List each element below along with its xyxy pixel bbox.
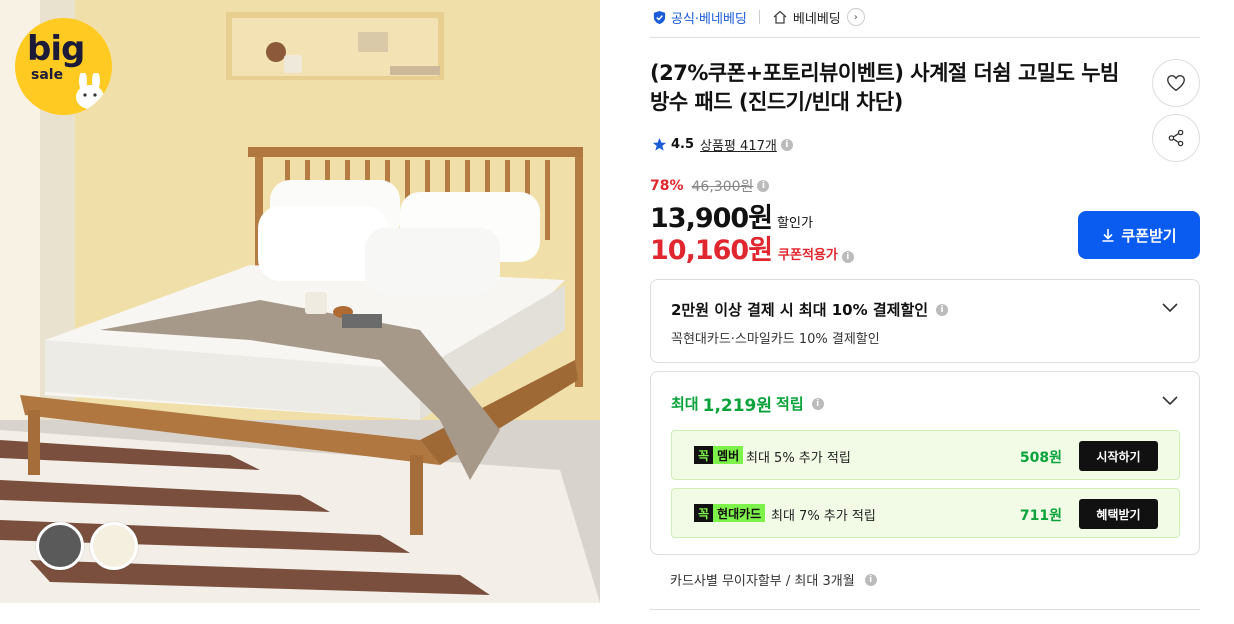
tag-k: 꼭 bbox=[694, 504, 714, 522]
chevron-right-icon[interactable]: › bbox=[846, 8, 865, 26]
coupon-price: 10,160원 bbox=[650, 235, 773, 266]
big-sale-badge: big sale bbox=[15, 18, 112, 115]
info-icon[interactable]: i bbox=[936, 303, 949, 316]
wishlist-button[interactable] bbox=[1152, 59, 1200, 107]
member-tag: 꼭 멤버 bbox=[694, 446, 744, 464]
original-price: 46,300원 bbox=[691, 179, 754, 195]
coupon-price-label: 쿠폰적용가 bbox=[778, 248, 838, 263]
installment-info: 카드사별 무이자할부 / 최대 3개월 i bbox=[670, 570, 877, 589]
hyundai-card-tag: 꼭 현대카드 bbox=[694, 504, 766, 522]
divider-bottom bbox=[650, 609, 1200, 610]
rating-score: 4.5 bbox=[671, 137, 695, 152]
rabbit-icon bbox=[76, 73, 104, 109]
store-row: 공식·베네베딩 베네베딩 › bbox=[652, 6, 865, 28]
payment-discount-box[interactable]: 2만원 이상 결제 시 최대 10% 결제할인 i 꼭현대카드·스마일카드 10… bbox=[650, 279, 1200, 363]
star-icon bbox=[652, 137, 667, 151]
coupon-price-row: 10,160원 쿠폰적용가 i bbox=[650, 228, 854, 267]
start-button[interactable]: 시작하기 bbox=[1079, 441, 1158, 471]
shield-check-icon bbox=[653, 10, 666, 24]
points-suffix: 적립 bbox=[776, 395, 804, 413]
points-prefix: 최대 bbox=[671, 395, 699, 413]
color-swatch-ivory[interactable] bbox=[90, 522, 138, 570]
payment-discount-headline: 2만원 이상 결제 시 최대 10% 결제할인 bbox=[671, 301, 929, 319]
installment-text: 카드사별 무이자할부 / 최대 3개월 bbox=[670, 574, 855, 589]
info-icon[interactable]: i bbox=[811, 397, 824, 410]
discount-rate: 78% bbox=[650, 178, 684, 194]
badge-big-text: big bbox=[27, 29, 85, 69]
reward-row-member: 꼭 멤버 최대 5% 추가 적립 508원 시작하기 bbox=[671, 430, 1180, 480]
tag-k: 꼭 bbox=[694, 446, 714, 464]
product-image[interactable]: big sale bbox=[0, 0, 600, 603]
product-title: (27%쿠폰+포토리뷰이벤트) 사계절 더쉼 고밀도 누빔 방수 패드 (진드기… bbox=[650, 61, 1119, 114]
chevron-down-icon[interactable] bbox=[1161, 302, 1179, 314]
tag-name: 멤버 bbox=[713, 446, 744, 464]
reward-text: 최대 7% 추가 적립 bbox=[771, 509, 876, 524]
payment-discount-header: 2만원 이상 결제 시 최대 10% 결제할인 i bbox=[671, 299, 949, 320]
official-store-label: 공식·베네베딩 bbox=[671, 11, 747, 27]
points-header: 최대 1,219원 적립 i bbox=[671, 391, 824, 416]
reviews-link[interactable]: 상품평 417개 bbox=[700, 135, 777, 154]
points-box: 최대 1,219원 적립 i 꼭 멤버 최대 5% 추가 적립 508원 시작하… bbox=[650, 371, 1200, 555]
divider-top bbox=[650, 37, 1200, 38]
reward-text: 최대 5% 추가 적립 bbox=[746, 451, 851, 466]
tag-name: 현대카드 bbox=[713, 504, 766, 522]
shop-name: 베네베딩 bbox=[792, 11, 841, 27]
official-store-link[interactable]: 공식·베네베딩 bbox=[652, 8, 747, 27]
get-benefit-button[interactable]: 혜택받기 bbox=[1079, 499, 1158, 529]
info-icon[interactable]: i bbox=[757, 180, 770, 192]
reward-points: 508원 bbox=[1019, 450, 1062, 466]
chevron-down-icon[interactable] bbox=[1161, 395, 1179, 407]
reward-row-hyundai: 꼭 현대카드 최대 7% 추가 적립 711원 혜택받기 bbox=[671, 488, 1180, 538]
home-icon bbox=[773, 10, 787, 24]
reward-points: 711원 bbox=[1019, 508, 1062, 524]
payment-discount-sub: 꼭현대카드·스마일카드 10% 결제할인 bbox=[671, 332, 880, 347]
info-icon[interactable]: i bbox=[780, 138, 793, 151]
shop-link[interactable]: 베네베딩 › bbox=[772, 8, 865, 27]
info-icon[interactable]: i bbox=[864, 573, 877, 586]
info-icon[interactable]: i bbox=[841, 251, 854, 263]
discount-row: 78% 46,300원 i bbox=[650, 176, 770, 196]
color-swatch-gray[interactable] bbox=[36, 522, 84, 570]
badge-sale-text: sale bbox=[31, 67, 64, 83]
divider bbox=[758, 10, 760, 24]
share-button[interactable] bbox=[1152, 114, 1200, 162]
get-coupon-button[interactable]: 쿠폰받기 bbox=[1078, 211, 1200, 259]
product-page: big sale 공식·베네베딩 베네베딩 › (27%쿠폰+포토리뷰이벤트) … bbox=[0, 0, 1234, 624]
get-coupon-label: 쿠폰받기 bbox=[1121, 226, 1177, 245]
download-icon bbox=[1102, 229, 1114, 242]
heart-icon bbox=[1167, 74, 1185, 92]
rating-row: 4.5 상품평 417개 i bbox=[652, 135, 793, 154]
share-icon bbox=[1168, 129, 1184, 147]
points-amount: 1,219원 bbox=[702, 396, 773, 416]
